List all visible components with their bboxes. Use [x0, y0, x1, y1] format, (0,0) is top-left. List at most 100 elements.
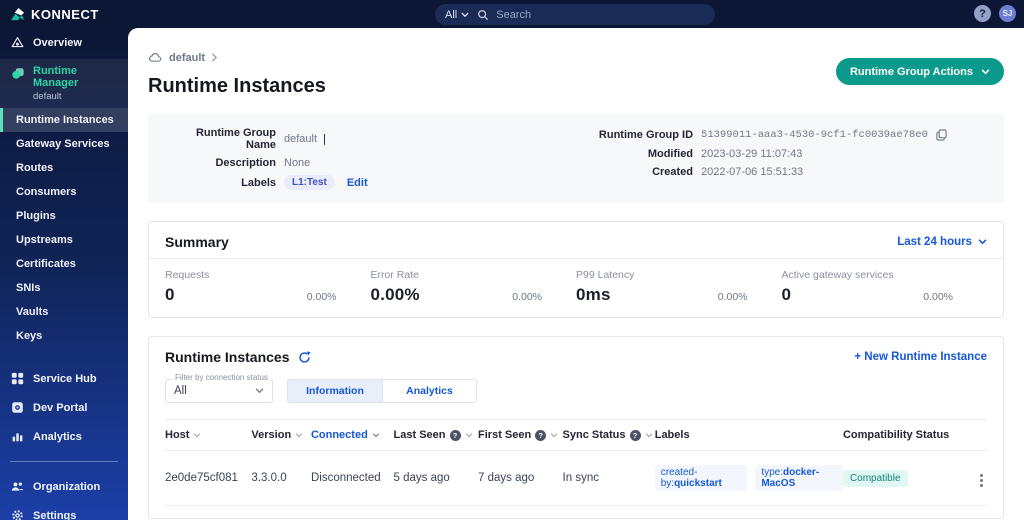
column-header-host[interactable]: Host: [165, 429, 251, 441]
instances-table: Host Version Connected Last Seen ? First…: [165, 419, 987, 506]
row-actions-kebab-icon[interactable]: [976, 472, 987, 489]
sidebar-divider: [10, 461, 118, 462]
metric-active-gateway-services: Active gateway services 0 0.00%: [781, 269, 954, 304]
top-bar: KONNECT All ? SJ: [0, 0, 1024, 28]
metric-value: 0ms: [576, 285, 611, 304]
connection-status-filter[interactable]: Filter by connection status All: [165, 373, 273, 403]
search-icon: [475, 7, 490, 22]
sidebar-item-label: Organization: [33, 480, 101, 493]
time-range-dropdown[interactable]: Last 24 hours: [897, 236, 987, 248]
main-content: default Runtime Instances Runtime Group …: [128, 28, 1024, 520]
description-value: None: [284, 157, 311, 169]
column-header-compatibility-status: Compatibility Status: [842, 429, 950, 441]
runtime-instances-title: Runtime Instances: [165, 349, 290, 365]
sidebar-item-upstreams[interactable]: Upstreams: [0, 228, 128, 252]
sidebar-item-vaults[interactable]: Vaults: [0, 300, 128, 324]
sidebar-item-dev-portal[interactable]: Dev Portal: [0, 393, 128, 422]
time-range-label: Last 24 hours: [897, 236, 972, 248]
new-runtime-instance-link[interactable]: + New Runtime Instance: [854, 351, 987, 363]
sidebar-item-runtime-instances[interactable]: Runtime Instances: [0, 108, 128, 132]
help-icon[interactable]: ?: [535, 429, 547, 441]
cell-labels: created-by:quickstart type:docker-MacOS: [654, 465, 843, 491]
konnect-logo[interactable]: KONNECT: [0, 7, 128, 22]
sidebar-item-label: Dev Portal: [33, 401, 88, 414]
sidebar-item-label: Service Hub: [33, 372, 97, 385]
service-hub-icon: [10, 371, 25, 386]
sidebar-item-label: Analytics: [33, 430, 82, 443]
info-label: Description: [215, 157, 276, 169]
sidebar-item-analytics[interactable]: Analytics: [0, 422, 128, 451]
cell-first-seen: 7 days ago: [478, 472, 535, 484]
info-row: Runtime Group Name default: [164, 127, 543, 151]
sidebar-item-runtime-manager[interactable]: Runtime Manager default: [0, 59, 128, 108]
sidebar-item-service-hub[interactable]: Service Hub: [0, 364, 128, 393]
kong-logo-icon: [10, 7, 25, 22]
filter-row: Filter by connection status All Informat…: [165, 373, 987, 403]
copy-icon[interactable]: [934, 127, 949, 142]
sidebar-item-routes[interactable]: Routes: [0, 156, 128, 180]
metric-delta: 0.00%: [717, 291, 748, 303]
help-icon[interactable]: ?: [449, 429, 461, 441]
metric-error-rate: Error Rate 0.00% 0.00%: [370, 269, 543, 304]
organization-icon: [10, 479, 25, 494]
cell-connected: Disconnected: [310, 472, 381, 484]
sidebar-item-snis[interactable]: SNIs: [0, 276, 128, 300]
logo-text: KONNECT: [31, 6, 99, 22]
runtime-group-actions-button[interactable]: Runtime Group Actions: [835, 58, 1004, 85]
sidebar-item-certificates[interactable]: Certificates: [0, 252, 128, 276]
table-row[interactable]: 2e0de75cf081 3.3.0.0 Disconnected 5 days…: [165, 451, 987, 506]
info-row: Labels L1:Test Edit: [164, 175, 543, 190]
instance-label-badge: created-by:quickstart: [654, 465, 748, 491]
sidebar-item-label: Settings: [33, 509, 77, 520]
sort-icon: [645, 432, 652, 437]
sidebar-item-overview[interactable]: Overview: [0, 28, 128, 57]
runtime-group-id-value: 51399011-aaa3-4530-9cf1-fc0039ae78e0: [701, 128, 928, 141]
sidebar-item-gateway-services[interactable]: Gateway Services: [0, 132, 128, 156]
user-avatar[interactable]: SJ: [999, 5, 1016, 22]
column-header-connected[interactable]: Connected: [311, 429, 394, 441]
sidebar: Overview Runtime Manager default Runtime…: [0, 28, 128, 520]
help-icon[interactable]: ?: [629, 429, 641, 441]
column-header-first-seen[interactable]: First Seen ?: [478, 429, 563, 441]
cell-compatibility: Compatible: [842, 470, 958, 487]
chevron-down-icon: [981, 68, 990, 74]
sidebar-item-plugins[interactable]: Plugins: [0, 204, 128, 228]
table-header-row: Host Version Connected Last Seen ? First…: [165, 419, 987, 451]
search-scope-dropdown[interactable]: All: [445, 9, 469, 21]
tab-information[interactable]: Information: [288, 380, 382, 402]
global-search[interactable]: All: [435, 4, 715, 25]
info-row: Modified 2023-03-29 11:07:43: [543, 148, 988, 160]
help-icon[interactable]: ?: [974, 5, 991, 22]
info-label: Modified: [647, 148, 694, 160]
column-header-last-seen[interactable]: Last Seen ?: [394, 429, 479, 441]
runtime-group-cloud-icon: [148, 50, 163, 65]
cell-sync-status: In sync: [562, 472, 599, 484]
chevron-down-icon: [255, 388, 264, 394]
runtime-group-info-card: Runtime Group Name default Description N…: [148, 114, 1004, 203]
breadcrumb-chevron-icon: [211, 53, 218, 62]
created-value: 2022-07-06 15:51:33: [701, 166, 804, 178]
info-label: Runtime Group Name: [195, 127, 276, 151]
instance-label-badge: type:docker-MacOS: [755, 465, 843, 491]
overview-icon: [10, 35, 25, 50]
metric-p99-latency: P99 Latency 0ms 0.00%: [576, 269, 748, 304]
analytics-icon: [10, 429, 25, 444]
dev-portal-icon: [10, 400, 25, 415]
info-label: Created: [652, 166, 694, 178]
summary-card: Summary Last 24 hours Requests 0 0.00% E…: [148, 221, 1004, 318]
column-header-version[interactable]: Version: [251, 429, 311, 441]
cell-last-seen: 5 days ago: [393, 472, 450, 484]
metric-requests: Requests 0 0.00%: [165, 269, 337, 304]
sidebar-item-consumers[interactable]: Consumers: [0, 180, 128, 204]
tab-analytics[interactable]: Analytics: [382, 380, 476, 402]
info-label: Runtime Group ID: [598, 128, 694, 141]
column-header-sync-status[interactable]: Sync Status ?: [563, 429, 655, 441]
sidebar-item-keys[interactable]: Keys: [0, 324, 128, 348]
summary-metrics: Requests 0 0.00% Error Rate 0.00% 0.00% …: [165, 269, 987, 305]
sidebar-item-settings[interactable]: Settings: [0, 501, 128, 520]
search-input[interactable]: [496, 8, 647, 21]
sidebar-item-organization[interactable]: Organization: [0, 472, 128, 501]
breadcrumb-runtime-group[interactable]: default: [169, 52, 205, 64]
refresh-icon[interactable]: [297, 350, 312, 365]
edit-labels-link[interactable]: Edit: [347, 177, 368, 189]
